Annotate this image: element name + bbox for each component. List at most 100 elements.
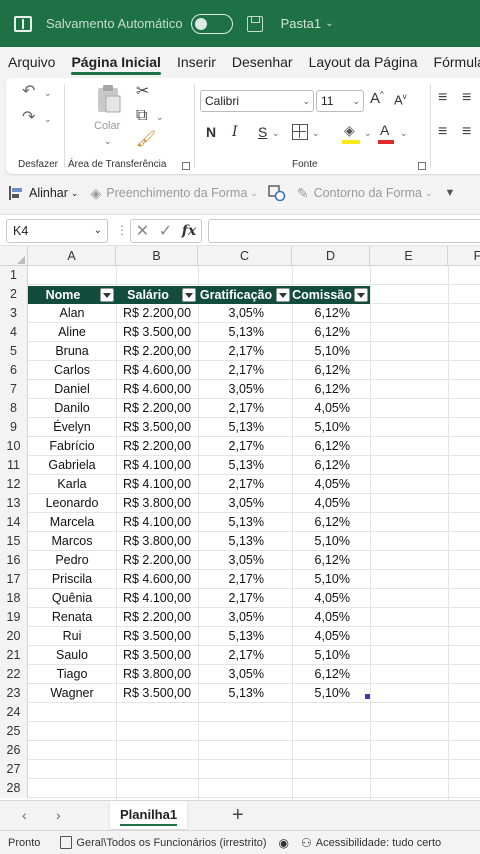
- sensitivity-label[interactable]: Geral\Todos os Funcionários (irrestrito): [60, 836, 267, 849]
- row-header[interactable]: 10: [0, 437, 28, 456]
- row-header[interactable]: 5: [0, 342, 28, 361]
- row-header[interactable]: 21: [0, 646, 28, 665]
- filter-dropdown-icon[interactable]: [354, 288, 368, 302]
- table-cell[interactable]: 2,17%: [198, 646, 292, 665]
- column-header-b[interactable]: B: [116, 246, 198, 266]
- table-cell[interactable]: 5,13%: [198, 456, 292, 475]
- filter-dropdown-icon[interactable]: [100, 288, 114, 302]
- table-header-cell[interactable]: Gratificação: [198, 286, 292, 304]
- table-cell[interactable]: Leonardo: [28, 494, 116, 513]
- column-header-a[interactable]: A: [28, 246, 116, 266]
- row-header[interactable]: 22: [0, 665, 28, 684]
- table-cell[interactable]: 4,05%: [292, 608, 370, 627]
- table-cell[interactable]: 5,10%: [292, 532, 370, 551]
- column-header-e[interactable]: E: [370, 246, 448, 266]
- row-header[interactable]: 18: [0, 589, 28, 608]
- row-header[interactable]: 7: [0, 380, 28, 399]
- copy-icon[interactable]: ⧉: [136, 108, 147, 124]
- underline-dropdown-icon[interactable]: ⌄: [272, 128, 280, 139]
- align-button[interactable]: Alinhar ⌄: [8, 185, 78, 201]
- table-cell[interactable]: 2,17%: [198, 437, 292, 456]
- macro-recorder-icon[interactable]: ◉: [279, 836, 289, 850]
- undo-icon[interactable]: ↶: [22, 84, 35, 100]
- table-cell[interactable]: 6,12%: [292, 323, 370, 342]
- table-cell[interactable]: 6,12%: [292, 380, 370, 399]
- tab-arquivo[interactable]: Arquivo: [0, 47, 63, 77]
- cancel-icon[interactable]: ✕: [136, 221, 149, 241]
- format-painter-icon[interactable]: 🖌: [136, 132, 156, 148]
- table-cell[interactable]: 6,12%: [292, 665, 370, 684]
- font-color-dropdown-icon[interactable]: ⌄: [400, 128, 408, 139]
- table-cell[interactable]: 3,05%: [198, 380, 292, 399]
- paste-icon[interactable]: [96, 84, 122, 114]
- table-cell[interactable]: 5,13%: [198, 323, 292, 342]
- column-header-d[interactable]: D: [292, 246, 370, 266]
- table-cell[interactable]: Danilo: [28, 399, 116, 418]
- table-cell[interactable]: 2,17%: [198, 399, 292, 418]
- row-header[interactable]: 3: [0, 304, 28, 323]
- table-cell[interactable]: R$ 2.200,00: [116, 399, 198, 418]
- table-cell[interactable]: R$ 4.100,00: [116, 456, 198, 475]
- table-cell[interactable]: Évelyn: [28, 418, 116, 437]
- row-header[interactable]: 15: [0, 532, 28, 551]
- table-cell[interactable]: 4,05%: [292, 589, 370, 608]
- font-launcher-icon[interactable]: [418, 162, 426, 170]
- table-cell[interactable]: R$ 4.600,00: [116, 361, 198, 380]
- scroll-right-icon[interactable]: ›: [56, 807, 61, 823]
- font-color-icon[interactable]: A: [378, 122, 394, 144]
- chevron-down-icon[interactable]: ⌄: [325, 18, 333, 29]
- column-header-f[interactable]: F: [448, 246, 480, 266]
- paste-label[interactable]: Colar: [94, 120, 120, 132]
- table-cell[interactable]: Carlos: [28, 361, 116, 380]
- autosave-toggle[interactable]: [190, 13, 233, 34]
- row-header[interactable]: 11: [0, 456, 28, 475]
- insert-function-button[interactable]: fx: [182, 223, 196, 239]
- more-icon[interactable]: ⋮: [116, 223, 128, 237]
- tab-formulas[interactable]: Fórmulas: [426, 47, 480, 77]
- table-cell[interactable]: Renata: [28, 608, 116, 627]
- row-header[interactable]: 20: [0, 627, 28, 646]
- table-cell[interactable]: R$ 3.500,00: [116, 418, 198, 437]
- font-name-select[interactable]: Calibri ⌄: [200, 90, 314, 112]
- row-header[interactable]: 24: [0, 703, 28, 722]
- table-cell[interactable]: Saulo: [28, 646, 116, 665]
- table-cell[interactable]: 5,10%: [292, 570, 370, 589]
- table-cell[interactable]: R$ 3.800,00: [116, 532, 198, 551]
- row-header[interactable]: 16: [0, 551, 28, 570]
- table-cell[interactable]: 5,10%: [292, 418, 370, 437]
- table-header-cell[interactable]: Nome: [28, 286, 116, 304]
- table-cell[interactable]: 6,12%: [292, 513, 370, 532]
- italic-button[interactable]: I: [232, 124, 238, 140]
- table-header-cell[interactable]: Comissão: [292, 286, 370, 304]
- table-cell[interactable]: R$ 4.600,00: [116, 570, 198, 589]
- clipboard-launcher-icon[interactable]: [182, 162, 190, 170]
- table-cell[interactable]: Aline: [28, 323, 116, 342]
- row-header[interactable]: 8: [0, 399, 28, 418]
- table-cell[interactable]: 3,05%: [198, 494, 292, 513]
- align-middle-icon[interactable]: ≡: [462, 90, 471, 106]
- row-header[interactable]: 12: [0, 475, 28, 494]
- row-header[interactable]: 19: [0, 608, 28, 627]
- formula-input[interactable]: [208, 219, 480, 243]
- table-cell[interactable]: 6,12%: [292, 437, 370, 456]
- add-sheet-icon[interactable]: +: [232, 804, 244, 827]
- table-cell[interactable]: R$ 3.500,00: [116, 684, 198, 703]
- row-header[interactable]: 1: [0, 266, 28, 285]
- table-cell[interactable]: 5,13%: [198, 684, 292, 703]
- table-cell[interactable]: R$ 4.100,00: [116, 513, 198, 532]
- name-box[interactable]: K4 ⌄: [6, 219, 108, 243]
- table-cell[interactable]: Marcela: [28, 513, 116, 532]
- table-cell[interactable]: R$ 4.600,00: [116, 380, 198, 399]
- scroll-left-icon[interactable]: ‹: [22, 807, 27, 823]
- save-icon[interactable]: [246, 15, 263, 32]
- file-name[interactable]: Pasta1: [281, 16, 321, 31]
- table-cell[interactable]: 4,05%: [292, 494, 370, 513]
- shapes-button[interactable]: [268, 185, 289, 202]
- table-cell[interactable]: 4,05%: [292, 627, 370, 646]
- align-left-icon[interactable]: ≡: [438, 124, 447, 140]
- table-cell[interactable]: Gabriela: [28, 456, 116, 475]
- decrease-font-icon[interactable]: Av: [394, 92, 407, 107]
- align-center-icon[interactable]: ≡: [462, 124, 471, 140]
- table-cell[interactable]: R$ 3.500,00: [116, 627, 198, 646]
- table-cell[interactable]: R$ 4.100,00: [116, 475, 198, 494]
